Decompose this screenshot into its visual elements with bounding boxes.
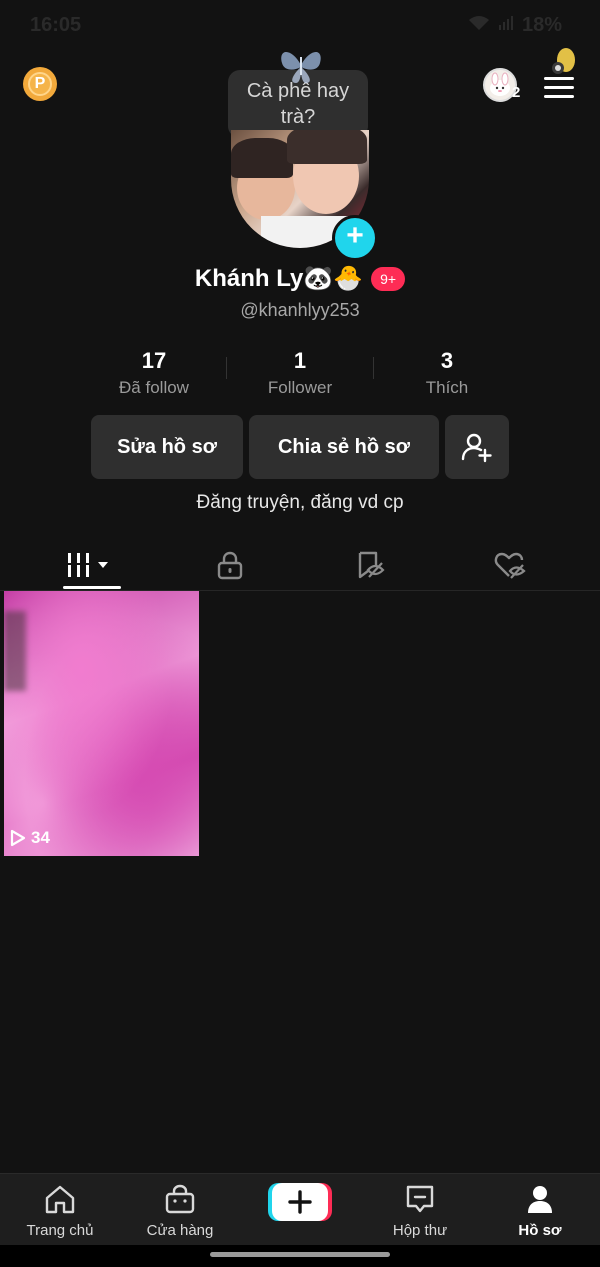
menu-decoration-icon <box>552 48 575 74</box>
nav-shop[interactable]: Cửa hàng <box>120 1183 240 1239</box>
video-views-count: 34 <box>31 828 50 847</box>
stat-likes[interactable]: 3 Thích <box>367 348 527 398</box>
butterfly-icon <box>281 52 321 83</box>
username: @khanhlyy253 <box>240 300 360 320</box>
stat-likes-label: Thích <box>425 378 469 397</box>
notification-badge[interactable]: 9+ <box>371 266 406 291</box>
nav-home-label: Trang chủ <box>26 1222 94 1239</box>
lock-icon <box>217 551 243 580</box>
add-person-icon <box>461 433 492 463</box>
bunny-avatar-icon <box>490 72 510 96</box>
tab-reposts[interactable] <box>300 540 440 590</box>
tab-private[interactable] <box>160 540 300 590</box>
status-time: 16:05 <box>30 14 82 36</box>
nav-home[interactable]: Trang chủ <box>0 1183 120 1239</box>
heart-eye-icon <box>494 552 526 579</box>
video-views: 34 <box>9 828 50 848</box>
nav-shop-label: Cửa hàng <box>146 1222 214 1239</box>
friends-count-badge: 2 <box>512 84 521 101</box>
video-thumbnail[interactable] <box>4 591 199 856</box>
coins-button[interactable]: P <box>23 67 57 101</box>
play-icon <box>10 829 26 847</box>
nav-profile-label: Hồ sơ <box>518 1222 562 1239</box>
videos-grid-icon <box>68 553 108 577</box>
stat-following[interactable]: 17 Đã follow <box>74 348 234 398</box>
nav-inbox[interactable]: Hộp thư <box>360 1183 480 1239</box>
add-story-plus-icon[interactable]: + <box>332 215 378 261</box>
home-indicator[interactable] <box>210 1252 390 1257</box>
stat-following-value: 17 <box>141 348 167 373</box>
inbox-icon <box>406 1185 434 1213</box>
share-profile-button[interactable]: Chia sẻ hồ sơ <box>249 415 439 479</box>
create-plus-icon[interactable] <box>268 1181 332 1223</box>
stat-following-label: Đã follow <box>119 378 189 397</box>
nav-inbox-label: Hộp thư <box>392 1222 448 1239</box>
nav-profile[interactable]: Hồ sơ <box>480 1183 600 1239</box>
profile-bio: Đăng truyện, đăng vd cp <box>196 492 404 513</box>
add-friend-button[interactable] <box>445 415 509 479</box>
battery-text: 18% <box>521 14 562 36</box>
home-icon <box>45 1185 75 1214</box>
tab-liked[interactable] <box>440 540 580 590</box>
display-name-row: Khánh Ly🐼🐣 9+ <box>0 264 600 293</box>
stat-followers-label: Follower <box>267 378 333 397</box>
bookmark-eye-icon <box>358 551 385 579</box>
tab-videos[interactable] <box>0 540 180 590</box>
menu-icon[interactable] <box>544 77 574 99</box>
stat-followers-value: 1 <box>293 348 307 373</box>
stat-likes-value: 3 <box>440 348 454 373</box>
edit-profile-button[interactable]: Sửa hồ sơ <box>91 415 243 479</box>
display-name: Khánh Ly🐼🐣 <box>194 265 364 292</box>
signal-icon <box>498 14 514 37</box>
coin-icon: P <box>28 72 52 96</box>
profile-icon <box>528 1186 552 1213</box>
stat-followers[interactable]: 1 Follower <box>220 348 380 398</box>
status-icons: 18% <box>468 14 562 37</box>
wifi-icon <box>468 14 490 37</box>
active-tab-indicator <box>63 586 121 589</box>
shop-bag-icon <box>165 1184 195 1214</box>
